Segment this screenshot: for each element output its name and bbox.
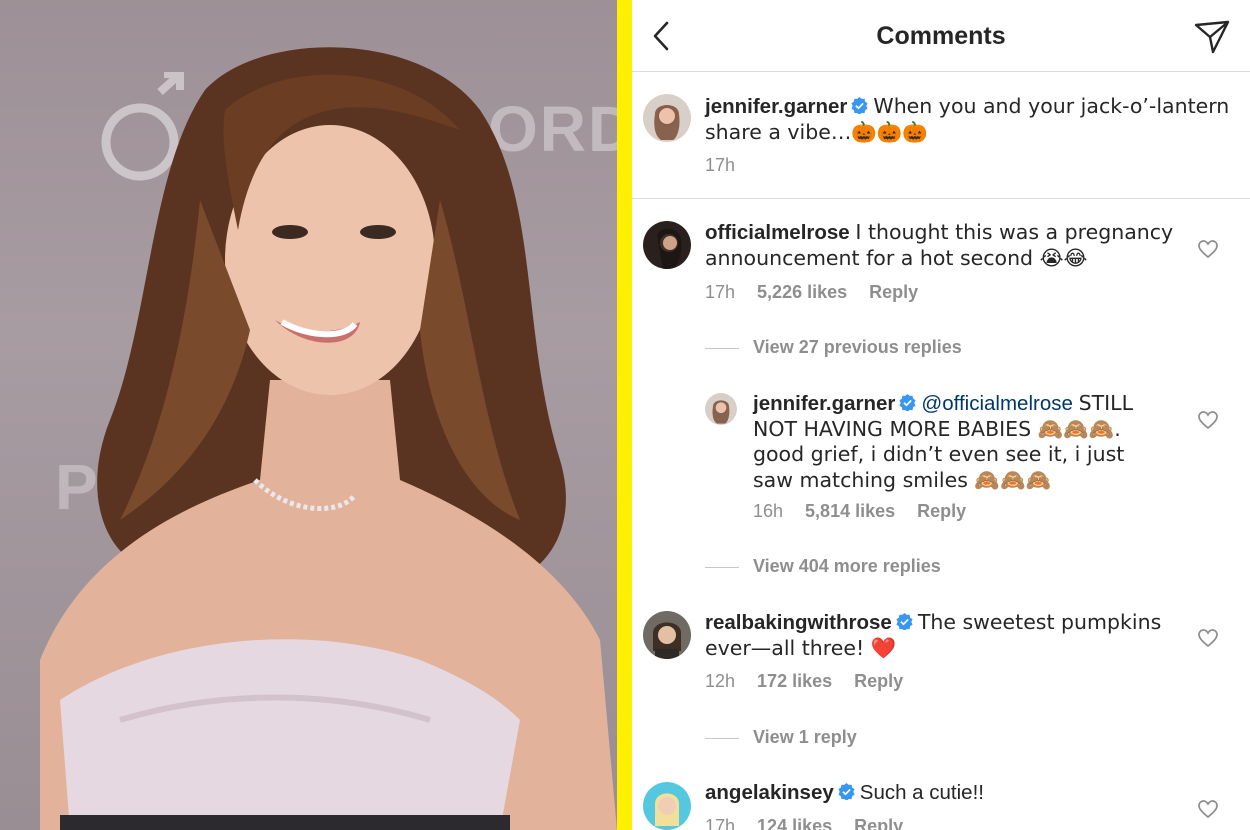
caption-time: 17h [705,155,736,175]
avatar[interactable] [643,782,691,830]
heart-icon[interactable] [1198,411,1218,429]
thread-line [705,347,739,349]
caption-text: jennifer.garner When you and your jack-o’… [705,94,1235,145]
reply-text: jennifer.garner @officialmelrose STILL NO… [753,391,1163,493]
view-replies-label: View 404 more replies [753,556,941,576]
reply-button[interactable]: Reply [869,282,918,302]
mention-link[interactable]: @officialmelrose [921,392,1072,415]
reply-button[interactable]: Reply [917,501,966,521]
page-title: Comments [876,22,1006,50]
comment-text: officialmelrose I thought this was a pre… [705,220,1185,271]
comment-meta: 12h 172 likes Reply [705,671,925,692]
view-replies-button[interactable]: View 404 more replies [705,556,941,577]
yellow-divider [617,0,632,830]
comments-panel: Comments jennifer.garner When you and you… [632,0,1250,830]
heart-icon[interactable] [1198,629,1218,647]
likes-count[interactable]: 124 likes [757,816,832,830]
verified-icon [851,97,868,114]
view-replies-button[interactable]: View 1 reply [705,727,857,748]
verified-icon [899,394,916,411]
comment-username[interactable]: angelakinsey [705,781,834,804]
avatar[interactable] [705,393,737,425]
reply-button[interactable]: Reply [854,671,903,691]
reply-button[interactable]: Reply [854,816,903,830]
comment-meta: 17h 124 likes Reply [705,816,925,830]
avatar[interactable] [643,611,691,659]
header-bar: Comments [632,0,1250,72]
caption-username[interactable]: jennifer.garner [705,95,847,118]
comment-text: angelakinsey Such a cutie!! [705,781,1185,806]
photo-panel: ORDST PR [0,0,617,830]
reply-meta: 16h 5,814 likes Reply [753,501,988,522]
comment-meta: 17h 5,226 likes Reply [705,282,940,303]
verified-icon [896,613,913,630]
comment-username[interactable]: realbakingwithrose [705,611,892,634]
view-replies-label: View 27 previous replies [753,337,962,357]
reply-time: 16h [753,501,784,521]
caption-meta: 17h [705,155,757,176]
send-icon[interactable] [1194,20,1230,54]
avatar[interactable] [643,94,691,142]
avatar[interactable] [643,221,691,269]
comment-body: Such a cutie!! [859,781,984,804]
likes-count[interactable]: 5,226 likes [757,282,847,302]
caption-divider [632,198,1250,199]
comment-text: realbakingwithrose The sweetest pumpkins … [705,610,1185,661]
heart-icon[interactable] [1198,800,1218,818]
likes-count[interactable]: 5,814 likes [805,501,895,521]
comment-time: 17h [705,282,736,302]
view-replies-button[interactable]: View 27 previous replies [705,337,962,358]
view-replies-label: View 1 reply [753,727,857,747]
reply-username[interactable]: jennifer.garner [753,392,895,415]
comment-username[interactable]: officialmelrose [705,221,850,244]
thread-line [705,737,739,739]
comment-time: 12h [705,671,736,691]
thread-line [705,566,739,568]
verified-icon [838,783,855,800]
comment-time: 17h [705,816,736,830]
portrait-illustration [40,47,617,830]
heart-icon[interactable] [1198,240,1218,258]
likes-count[interactable]: 172 likes [757,671,832,691]
